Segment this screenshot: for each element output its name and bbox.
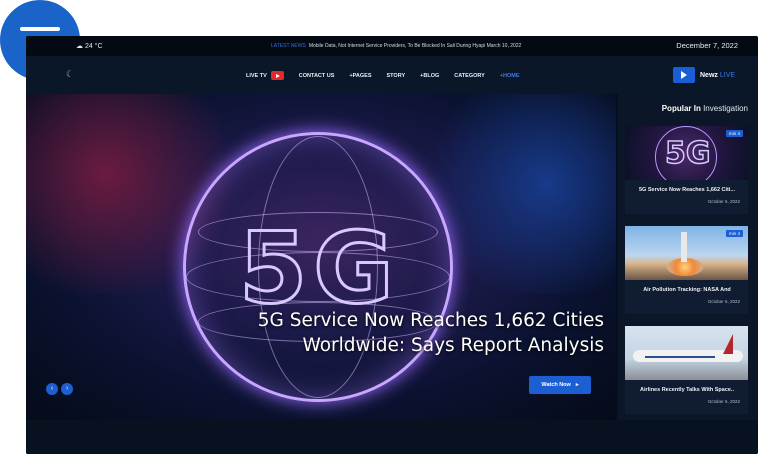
card-thumbnail[interactable] — [625, 326, 748, 380]
read-time-badge: min 4 — [725, 130, 743, 137]
headline-line-2: Worldwide: Says Report Analysis — [302, 335, 604, 356]
read-time-badge: min 4 — [725, 230, 743, 237]
headline-line-1: 5G Service Now Reaches 1,662 Cities — [257, 310, 604, 331]
temperature-text: 24 °C — [84, 43, 103, 50]
top-bar: ☁ 24 °C LATEST NEWS Mobile Data, Not Inte… — [26, 36, 758, 56]
sidebar-title-rest: Investigation — [703, 104, 748, 113]
live-brand[interactable]: Newz LIVE — [673, 67, 735, 83]
brand-live-label: LIVE — [719, 71, 736, 79]
nav-item-pages[interactable]: +PAGES — [349, 73, 371, 79]
ticker-text[interactable]: Mobile Data, Not Internet Service Provid… — [309, 43, 522, 49]
sidebar-title: Popular In Investigation — [662, 104, 748, 113]
sidebar-title-bold: Popular In — [661, 104, 701, 113]
card-date: October 6, 2022 — [707, 399, 740, 404]
nav-item-live-tv[interactable]: LIVE TV — [246, 71, 284, 80]
news-card[interactable]: 5G min 4 5G Service Now Reaches 1,662 Ci… — [625, 126, 748, 214]
nav-item-story[interactable]: STORY — [387, 73, 406, 79]
main-navigation: ☾ LIVE TV CONTACT US +PAGES STORY +BLOG … — [26, 56, 758, 94]
news-card[interactable]: Airlines Recently Talks With Space.. Oct… — [625, 326, 748, 414]
current-date: December 7, 2022 — [676, 41, 738, 50]
website-frame: ☁ 24 °C LATEST NEWS Mobile Data, Not Inte… — [26, 36, 758, 454]
ticker-label: LATEST NEWS — [271, 43, 306, 49]
hero-headline[interactable]: 5G Service Now Reaches 1,662 Cities Worl… — [234, 308, 604, 358]
watch-now-label: Watch Now — [541, 382, 571, 388]
brand-name: Newz LIVE — [700, 72, 735, 79]
slider-arrows: ‹ › — [46, 383, 73, 395]
airplane-tail — [723, 334, 733, 354]
chevron-right-icon[interactable]: › — [61, 383, 73, 395]
youtube-icon — [270, 71, 284, 80]
card-title[interactable]: Airlines Recently Talks With Space.. — [631, 387, 743, 393]
menu-icon-bar — [20, 27, 60, 31]
chevron-left-icon[interactable]: ‹ — [46, 383, 58, 395]
play-small-icon: ▸ — [575, 382, 579, 388]
thumb-5g-text: 5G — [664, 135, 711, 172]
nav-item-category[interactable]: CATEGORY — [454, 73, 485, 79]
nav-menu: LIVE TV CONTACT US +PAGES STORY +BLOG CA… — [246, 71, 520, 80]
airplane-stripe — [645, 356, 715, 358]
rocket-graphic — [681, 232, 687, 262]
nav-item-contact[interactable]: CONTACT US — [299, 73, 335, 79]
weather-readout: ☁ 24 °C — [76, 43, 103, 50]
content-below-fold — [26, 420, 758, 454]
card-date: October 6, 2022 — [707, 199, 740, 204]
watch-now-button[interactable]: Watch Now ▸ — [529, 376, 591, 394]
card-thumbnail[interactable]: 5G min 4 — [625, 126, 748, 180]
brand-label: Newz — [700, 71, 718, 79]
news-ticker[interactable]: LATEST NEWS Mobile Data, Not Internet Ser… — [271, 43, 521, 49]
card-date: October 6, 2022 — [707, 299, 740, 304]
nav-label: LIVE TV — [246, 72, 267, 79]
nav-item-blog[interactable]: +BLOG — [420, 73, 439, 79]
news-card[interactable]: min 4 Air Pollution Tracking: NASA And O… — [625, 226, 748, 314]
card-title[interactable]: Air Pollution Tracking: NASA And — [631, 287, 743, 293]
card-title[interactable]: 5G Service Now Reaches 1,662 Citi... — [631, 187, 743, 193]
card-thumbnail[interactable]: min 4 — [625, 226, 748, 280]
play-icon[interactable] — [673, 67, 695, 83]
popular-sidebar: Popular In Investigation 5G min 4 5G Ser… — [618, 94, 758, 420]
dark-mode-toggle-icon[interactable]: ☾ — [66, 69, 74, 80]
hero-slider[interactable]: 5G 5G Service Now Reaches 1,662 Cities W… — [26, 94, 616, 420]
nav-item-home[interactable]: +HOME — [500, 73, 520, 79]
